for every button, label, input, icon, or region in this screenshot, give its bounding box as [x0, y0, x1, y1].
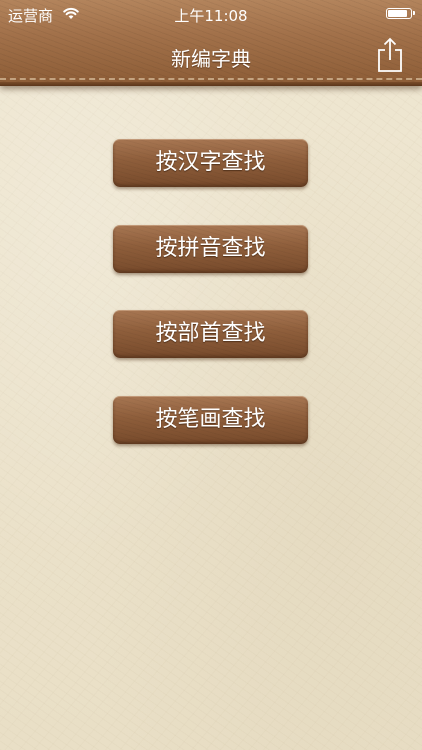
screen-background: 运营商 上午11:08 新编字典 按汉字查找 按拼音查找 按部首查找 按笔画查找 [0, 0, 422, 750]
search-options: 按汉字查找 按拼音查找 按部首查找 按笔画查找 [0, 0, 422, 750]
search-by-character-button[interactable]: 按汉字查找 [113, 139, 308, 187]
search-by-stroke-button[interactable]: 按笔画查找 [113, 396, 308, 444]
search-by-radical-button[interactable]: 按部首查找 [113, 310, 308, 358]
search-by-pinyin-button[interactable]: 按拼音查找 [113, 225, 308, 273]
